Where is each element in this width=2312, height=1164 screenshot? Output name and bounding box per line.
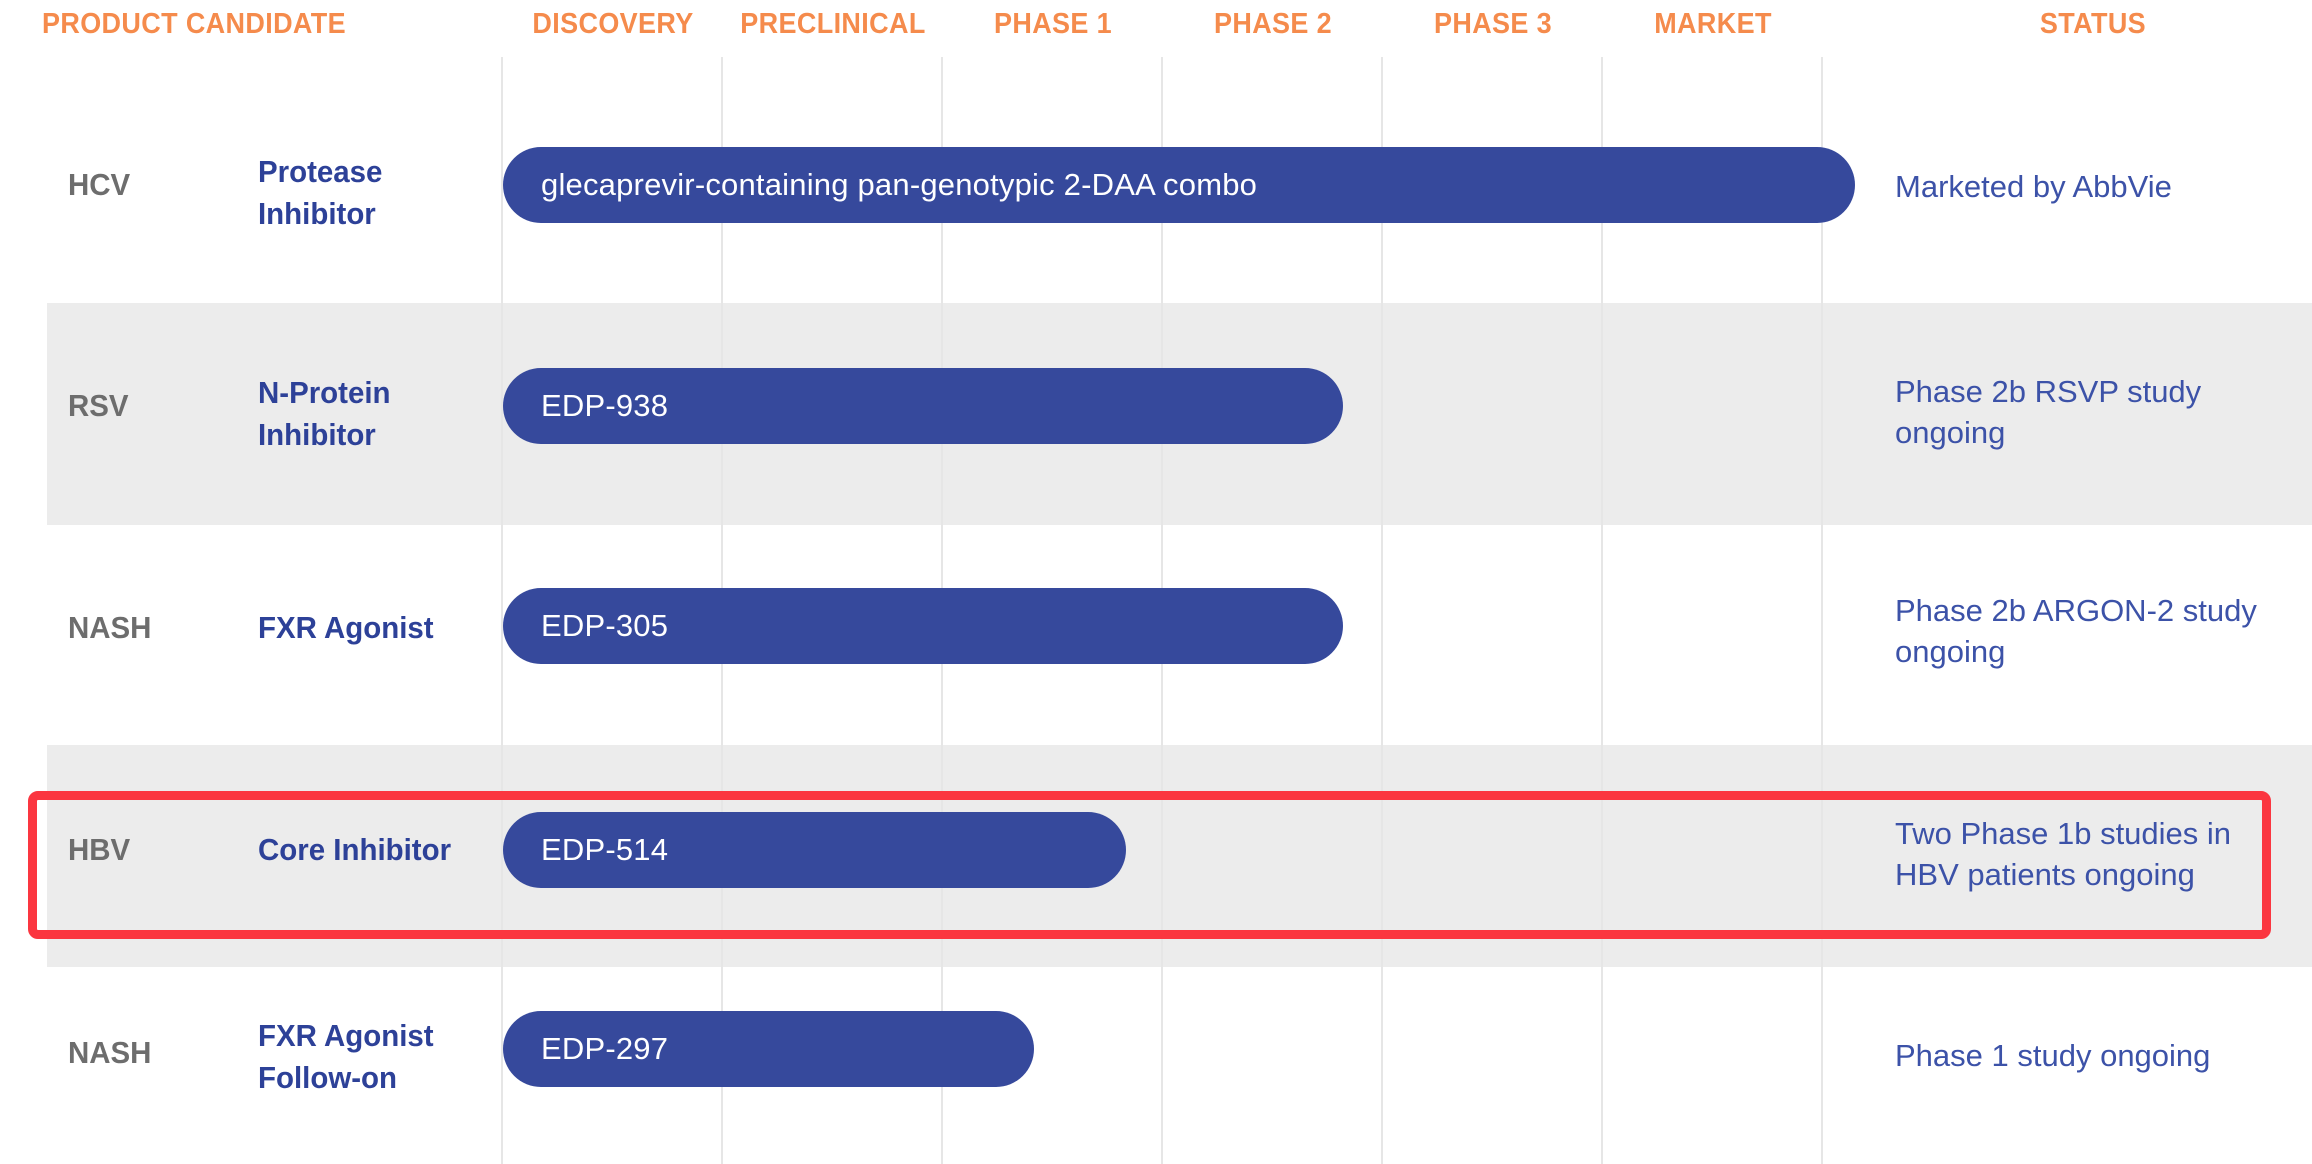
row-indication: RSV bbox=[68, 388, 129, 423]
pipeline-bar-label: EDP-297 bbox=[541, 1031, 669, 1066]
row-status: Two Phase 1b studies in HBV patients ong… bbox=[1895, 816, 2232, 892]
column-header-market: MARKET bbox=[1654, 8, 1772, 40]
row-target: N-Protein Inhibitor bbox=[258, 375, 391, 452]
table-row: HBV Core Inhibitor EDP-514 Two Phase 1b … bbox=[0, 745, 2312, 967]
table-row: NASH FXR Agonist EDP-305 Phase 2b ARGON-… bbox=[0, 525, 2312, 745]
table-row: NASH FXR Agonist Follow-on EDP-297 Phase… bbox=[0, 967, 2312, 1164]
column-header-phase-1: PHASE 1 bbox=[993, 8, 1113, 40]
row-indication: NASH bbox=[68, 610, 152, 645]
pipeline-bar-label: glecaprevir-containing pan-genotypic 2-D… bbox=[541, 167, 1258, 202]
row-indication: NASH bbox=[68, 1035, 152, 1070]
row-status: Phase 2b RSVP study ongoing bbox=[1895, 374, 2202, 450]
row-indication: HCV bbox=[68, 167, 131, 202]
column-header-product-candidate: PRODUCT CANDIDATE bbox=[42, 8, 346, 40]
row-target: FXR Agonist Follow-on bbox=[258, 1018, 434, 1095]
table-row: RSV N-Protein Inhibitor EDP-938 Phase 2b… bbox=[0, 303, 2312, 525]
pipeline-bar[interactable]: EDP-514 bbox=[503, 812, 1126, 888]
pipeline-bar-label: EDP-305 bbox=[541, 608, 669, 643]
pipeline-chart: PRODUCT CANDIDATE DISCOVERY PRECLINICAL … bbox=[0, 0, 2312, 1164]
row-status: Phase 2b ARGON-2 study ongoing bbox=[1895, 593, 2257, 669]
row-target: Core Inhibitor bbox=[258, 832, 452, 867]
pipeline-bar[interactable]: EDP-305 bbox=[503, 588, 1343, 664]
row-status: Phase 1 study ongoing bbox=[1895, 1038, 2211, 1073]
pipeline-bar[interactable]: EDP-297 bbox=[503, 1011, 1034, 1087]
column-header-phase-3: PHASE 3 bbox=[1433, 8, 1553, 40]
row-status: Marketed by AbbVie bbox=[1895, 169, 2172, 204]
pipeline-bar[interactable]: EDP-938 bbox=[503, 368, 1343, 444]
table-header: PRODUCT CANDIDATE DISCOVERY PRECLINICAL … bbox=[0, 0, 2312, 57]
column-header-phase-2: PHASE 2 bbox=[1213, 8, 1333, 40]
row-indication: HBV bbox=[68, 832, 131, 867]
pipeline-bar-label: EDP-938 bbox=[541, 388, 669, 423]
pipeline-bar[interactable]: glecaprevir-containing pan-genotypic 2-D… bbox=[503, 147, 1855, 223]
table-row: HCV Protease Inhibitor glecaprevir-conta… bbox=[0, 82, 2312, 304]
column-header-preclinical: PRECLINICAL bbox=[740, 8, 926, 40]
column-header-discovery: DISCOVERY bbox=[532, 8, 694, 40]
row-target: Protease Inhibitor bbox=[258, 154, 383, 231]
column-header-status: STATUS bbox=[2039, 8, 2147, 40]
pipeline-bar-label: EDP-514 bbox=[541, 832, 669, 867]
row-target: FXR Agonist bbox=[258, 610, 434, 645]
